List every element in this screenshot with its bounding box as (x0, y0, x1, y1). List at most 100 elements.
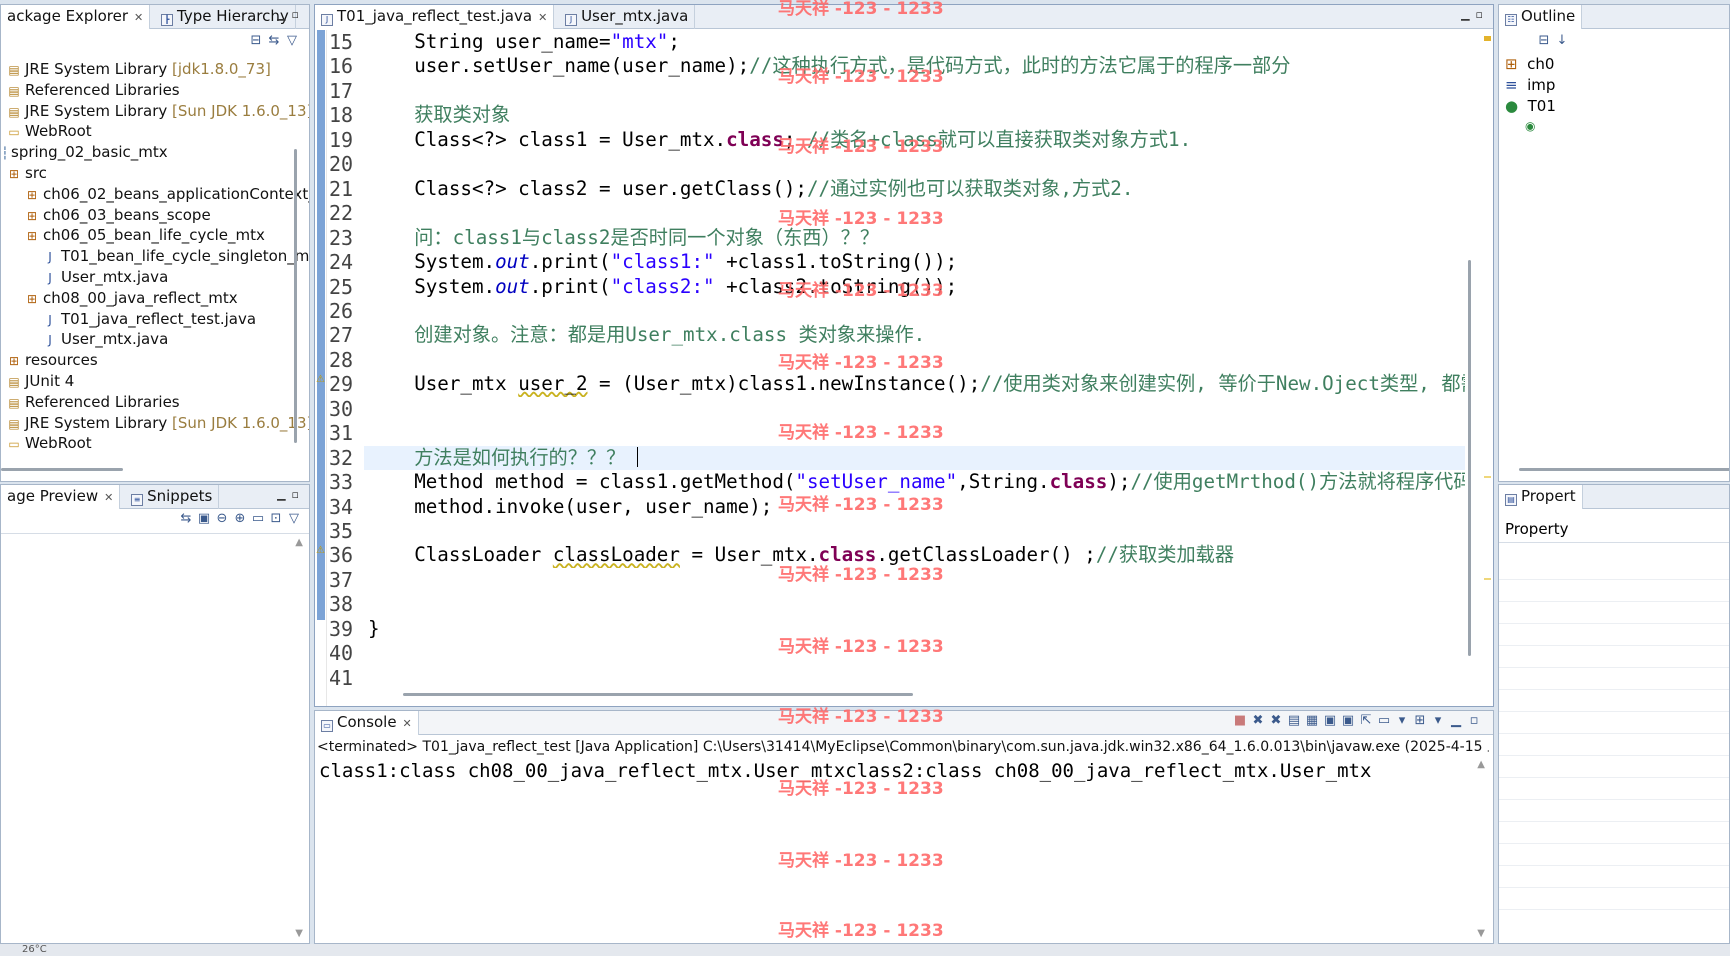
code-line[interactable] (364, 299, 1465, 323)
tab-page-preview[interactable]: age Preview ✕ (1, 485, 121, 509)
display-console-icon[interactable]: ▭ (1375, 713, 1393, 728)
close-icon[interactable]: ✕ (403, 717, 412, 730)
code-token: ; (668, 30, 680, 53)
show-stderr-icon[interactable]: ▣ (1339, 713, 1357, 728)
code-line[interactable] (364, 519, 1465, 543)
close-icon[interactable]: ✕ (538, 11, 547, 24)
code-token: String user_name= (368, 30, 611, 53)
code-line[interactable]: Class<?> class2 = user.getClass();//通过实例… (364, 177, 1465, 201)
line-number: 19 (329, 127, 354, 152)
remove-all-icon[interactable]: ✖ (1267, 713, 1285, 728)
warning-icon[interactable]: ⚠ (316, 374, 325, 385)
scroll-down-icon[interactable]: ▼ (295, 928, 303, 939)
tab-console[interactable]: ▭ Console ✕ (315, 711, 419, 735)
outline-item[interactable]: ● T01 (1505, 97, 1556, 115)
tree-item-src[interactable]: ⊞ src (1, 163, 289, 184)
tree-item-resources[interactable]: ⊞ resources (1, 350, 289, 371)
tree-item-java-file[interactable]: J T01_java_reflect_test.java (1, 309, 289, 330)
link-editor-icon[interactable]: ⇆ (265, 33, 283, 48)
code-line[interactable]: 方法是如何执行的？？？ (364, 445, 1465, 471)
scroll-up-icon[interactable]: ▲ (295, 537, 303, 548)
horizontal-scrollbar[interactable] (1, 468, 123, 471)
tree-item-webroot[interactable]: ▭ WebRoot (1, 121, 289, 142)
zoom-in-icon[interactable]: ⊕ (231, 511, 249, 526)
tree-item-referenced-libraries[interactable]: ▤ Referenced Libraries (1, 80, 289, 101)
horizontal-scrollbar[interactable] (1519, 468, 1729, 471)
show-stdout-icon[interactable]: ▣ (1321, 713, 1339, 728)
close-icon[interactable]: ✕ (104, 491, 113, 504)
scroll-down-icon[interactable]: ▼ (1477, 928, 1485, 939)
vertical-scrollbar[interactable] (1468, 260, 1471, 656)
tab-editor-user-mtx[interactable]: J User_mtx.java (559, 5, 696, 29)
code-line[interactable]: User_mtx user_2 = (User_mtx)class1.newIn… (364, 372, 1465, 396)
vertical-scrollbar[interactable] (294, 149, 297, 443)
collapse-all-icon[interactable]: ⊟ (1535, 33, 1553, 48)
zoom-100-icon[interactable]: ▭ (249, 511, 267, 526)
tab-outline[interactable]: ☷ Outline (1499, 5, 1583, 29)
minimize-maximize-icons[interactable]: ▁▫ (277, 488, 305, 501)
tree-item-java-file[interactable]: J T01_bean_life_cycle_singleton_mtx (1, 246, 309, 267)
open-console-icon[interactable]: ⊞ (1411, 713, 1429, 728)
tree-item-junit[interactable]: ▤ JUnit 4 (1, 371, 289, 392)
code-line[interactable]: System.out.print("class1:" +class1.toStr… (364, 250, 1465, 274)
tree-item-webroot[interactable]: ▭ WebRoot (1, 433, 289, 454)
library-icon: ▤ (8, 374, 20, 389)
tree-item-package[interactable]: ⊞ ch06_03_beans_scope (1, 205, 289, 226)
tab-snippets[interactable]: ≡ Snippets (125, 485, 220, 509)
scroll-up-icon[interactable]: ▲ (1477, 759, 1485, 770)
code-line[interactable] (364, 592, 1465, 616)
pin-console-icon[interactable]: ⇱ (1357, 713, 1375, 728)
view-menu-icon[interactable]: ▽ (285, 511, 303, 526)
dropdown-icon[interactable]: ▾ (1429, 713, 1447, 728)
code-line[interactable]: 问：class1与class2是否时同一个对象（东西）？？ (364, 226, 1465, 250)
remove-launch-icon[interactable]: ✖ (1249, 713, 1267, 728)
refresh-icon[interactable]: ⇆ (177, 511, 195, 526)
library-icon: ▤ (8, 395, 20, 410)
tree-item-package[interactable]: ⊞ ch08_00_java_reflect_mtx (1, 288, 289, 309)
tab-console-label: Console (337, 713, 397, 731)
clear-console-icon[interactable]: ▤ (1285, 713, 1303, 728)
tree-item-package[interactable]: ⊞ ch06_05_bean_life_cycle_mtx (1, 225, 289, 246)
tab-properties[interactable]: ▤ Propert (1499, 485, 1583, 509)
collapse-all-icon[interactable]: ⊟ (247, 33, 265, 48)
outline-item[interactable]: ⊞ ch0 (1505, 55, 1554, 73)
tree-item-package[interactable]: ⊞ ch06_02_beans_applicationContext_m (1, 184, 309, 205)
zoom-out-icon[interactable]: ⊖ (213, 511, 231, 526)
tab-type-hierarchy[interactable]: ┣ Type Hierarchy (155, 5, 296, 29)
code-line[interactable]: String user_name="mtx"; (364, 30, 1465, 54)
image-icon[interactable]: ▣ (195, 511, 213, 526)
tab-editor-t01-java-reflect-test[interactable]: J T01_java_reflect_test.java ✕ (315, 5, 555, 29)
warning-icon[interactable]: ⚠ (316, 545, 325, 556)
terminate-icon[interactable]: ■ (1231, 713, 1249, 728)
tree-item-referenced-libraries[interactable]: ▤ Referenced Libraries (1, 392, 289, 413)
dropdown-icon[interactable]: ▾ (1393, 713, 1411, 728)
warning-marker[interactable] (1484, 36, 1491, 41)
code-token: "class2:" (610, 274, 715, 298)
horizontal-scrollbar[interactable] (403, 693, 913, 696)
warning-marker[interactable] (1484, 476, 1491, 478)
code-line[interactable]: 获取类对象 (364, 103, 1465, 127)
maximize-icon[interactable]: ▫ (1465, 713, 1483, 728)
tree-item-project[interactable]: ┆ spring_02_basic_mtx (1, 142, 289, 163)
code-line[interactable] (364, 666, 1465, 690)
view-menu-icon[interactable]: ▽ (283, 33, 301, 48)
close-icon[interactable]: ✕ (134, 11, 143, 24)
tree-item-jre-library[interactable]: ▤ JRE System Library [Sun JDK 1.6.0_13] (1, 413, 309, 434)
scroll-lock-icon[interactable]: ▦ (1303, 713, 1321, 728)
preview-tabbar: age Preview ✕ ≡ Snippets ▁▫ (1, 485, 309, 509)
tree-item-jre-library[interactable]: ▤ JRE System Library [jdk1.8.0_73] (1, 59, 289, 80)
sort-icon[interactable]: ↓ (1553, 33, 1571, 48)
warning-marker[interactable] (1484, 578, 1491, 580)
tree-item-jre-library[interactable]: ▤ JRE System Library [Sun JDK 1.6.0_13] (1, 101, 309, 122)
code-line[interactable]: 创建对象。注意：都是用User_mtx.class 类对象来操作. (364, 323, 1465, 347)
tree-item-java-file[interactable]: J User_mtx.java (1, 267, 289, 288)
minimize-icon[interactable]: ▁ (1447, 713, 1465, 728)
outline-item[interactable]: ≡ imp (1505, 76, 1555, 94)
tree-item-java-file[interactable]: J User_mtx.java (1, 329, 289, 350)
method-icon[interactable]: ◉ (1525, 119, 1535, 133)
tab-package-explorer[interactable]: ackage Explorer ✕ (1, 5, 151, 29)
watermark: 马天祥 -123 - 1233 (778, 565, 944, 585)
fit-icon[interactable]: ⊡ (267, 511, 285, 526)
minimize-maximize-icons[interactable]: ▁▫ (277, 8, 305, 21)
minimize-maximize-icons[interactable]: ▁▫ (1461, 8, 1489, 21)
